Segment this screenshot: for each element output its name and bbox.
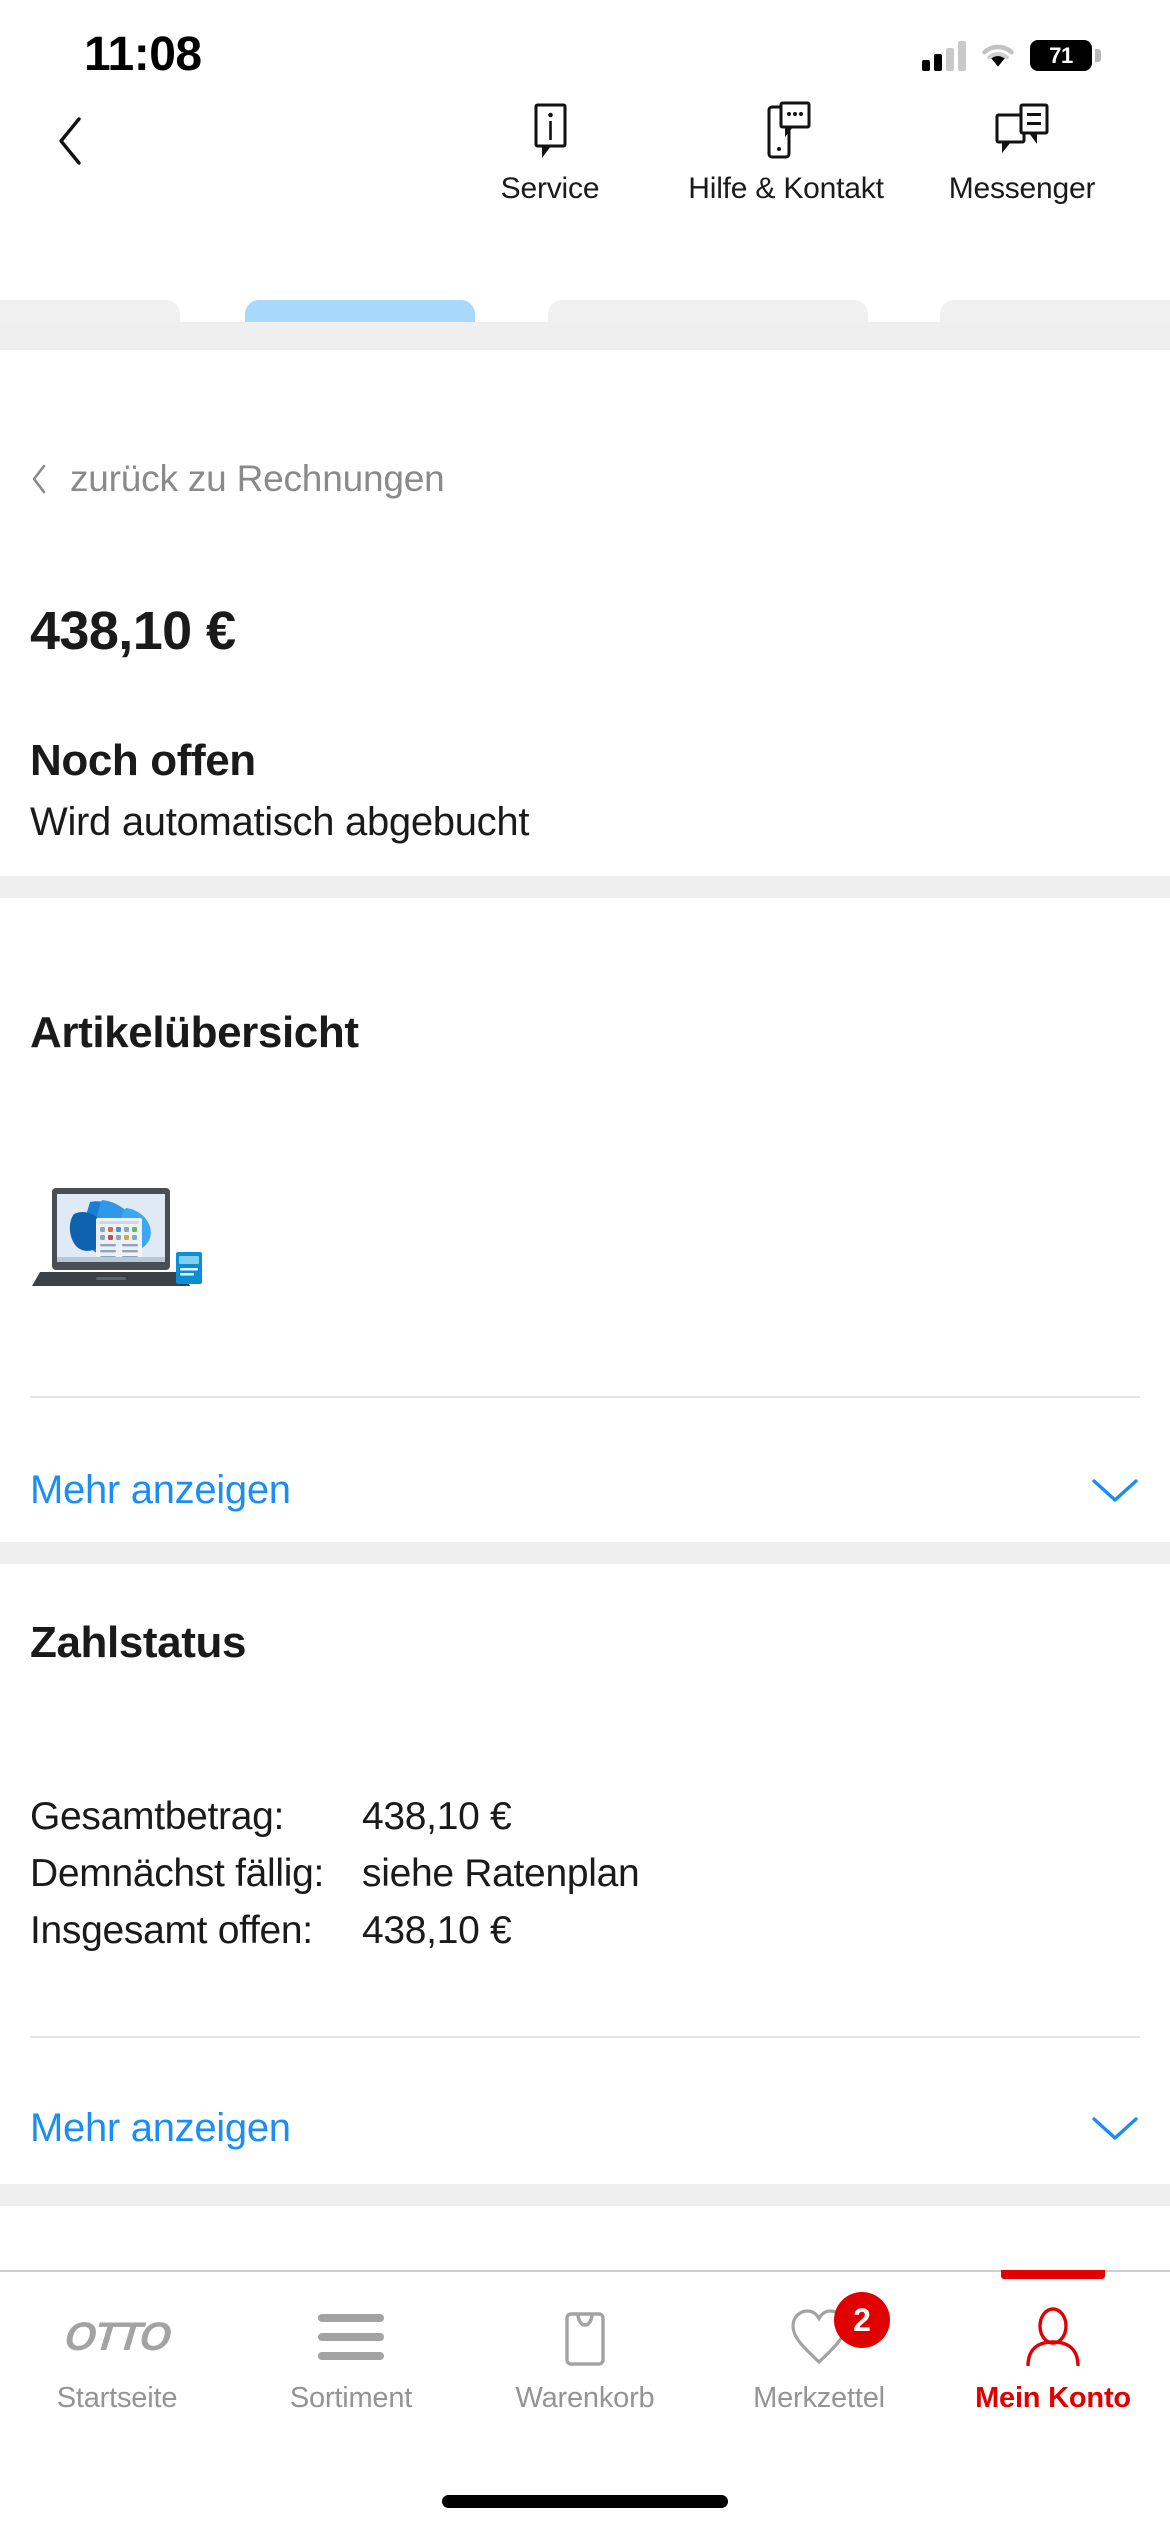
- top-service-nav: Service Hilfe & Kontakt Messenger: [0, 95, 1170, 205]
- heart-icon: 2: [788, 2292, 890, 2368]
- user-account-icon: [1024, 2306, 1082, 2368]
- hamburger-menu-icon: [318, 2306, 384, 2368]
- battery-cap: [1095, 49, 1101, 62]
- messenger-bubbles-icon: [993, 101, 1051, 163]
- tab-mein-konto[interactable]: Mein Konto: [936, 2270, 1170, 2532]
- chevron-left-icon: [59, 117, 81, 165]
- nav-item-service[interactable]: Service: [432, 95, 668, 206]
- row-value: 438,10 €: [362, 1795, 512, 1838]
- tab-warenkorb[interactable]: Warenkorb: [468, 2272, 702, 2532]
- breadcrumb-back-to-invoices[interactable]: zurück zu Rechnungen: [30, 458, 445, 500]
- tab-label: Sortiment: [289, 2382, 413, 2414]
- show-more-label: Mehr anzeigen: [30, 1467, 291, 1512]
- peek-card-active: [245, 300, 475, 322]
- chevron-down-icon: [1092, 2117, 1138, 2140]
- home-indicator: [442, 2495, 728, 2508]
- divider: [30, 2036, 1140, 2038]
- invoice-total-amount: 438,10 €: [30, 601, 236, 661]
- nav-item-label: Messenger: [948, 172, 1096, 205]
- back-button[interactable]: [0, 95, 140, 205]
- section-divider-band: [0, 2184, 1170, 2206]
- section-title-articles: Artikelübersicht: [30, 1008, 359, 1057]
- tab-label: Mein Konto: [975, 2382, 1131, 2414]
- row-value: siehe Ratenplan: [362, 1852, 640, 1895]
- section-title-payment-status: Zahlstatus: [30, 1618, 247, 1667]
- breadcrumb-label: zurück zu Rechnungen: [70, 458, 445, 499]
- chevron-left-icon: [32, 464, 46, 494]
- tab-label: Warenkorb: [515, 2382, 655, 2414]
- cellular-signal-icon: [922, 40, 966, 71]
- nav-item-label: Hilfe & Kontakt: [688, 172, 884, 205]
- battery-percent-label: 71: [1049, 42, 1073, 68]
- divider: [30, 1396, 1140, 1398]
- section-divider-band: [0, 322, 1170, 350]
- peek-card: [940, 300, 1170, 322]
- nav-item-messenger[interactable]: Messenger: [904, 95, 1140, 206]
- shopping-bag-icon: [557, 2306, 613, 2368]
- nav-item-hilfe-kontakt[interactable]: Hilfe & Kontakt: [668, 95, 904, 206]
- row-key: Gesamtbetrag:: [30, 1795, 285, 1838]
- otto-logo-icon: OTTO: [62, 2314, 172, 2359]
- table-row: Demnächst fällig: siehe Ratenplan: [30, 1852, 1140, 1909]
- section-divider-band: [0, 1542, 1170, 1564]
- status-bar: 11:08 71: [0, 0, 1170, 95]
- payment-show-more[interactable]: Mehr anzeigen: [30, 2098, 1140, 2158]
- app-screen: 11:08 71 Service Hilfe & Kontakt Messeng…: [0, 0, 1170, 2532]
- articles-show-more[interactable]: Mehr anzeigen: [30, 1460, 1140, 1520]
- battery-icon: 71: [1030, 40, 1101, 71]
- tab-merkzettel[interactable]: 2 Merkzettel: [702, 2272, 936, 2532]
- phone-chat-icon: [759, 101, 813, 163]
- peek-card: [0, 300, 180, 322]
- active-tab-indicator: [1001, 2270, 1105, 2279]
- show-more-label: Mehr anzeigen: [30, 2105, 291, 2150]
- payment-status-table: Gesamtbetrag: 438,10 € Demnächst fällig:…: [30, 1795, 1140, 1966]
- tab-label: Merkzettel: [753, 2382, 885, 2414]
- tab-sortiment[interactable]: Sortiment: [234, 2272, 468, 2532]
- status-bar-indicators: 71: [922, 40, 1101, 71]
- wifi-icon: [982, 44, 1014, 66]
- section-divider-band: [0, 876, 1170, 898]
- row-value: 438,10 €: [362, 1909, 512, 1952]
- payment-status-detail: Wird automatisch abgebucht: [30, 800, 530, 844]
- merkzettel-badge-count: 2: [834, 2292, 890, 2348]
- nav-item-label: Service: [500, 172, 600, 205]
- payment-status-label: Noch offen: [30, 736, 256, 785]
- row-key: Demnächst fällig:: [30, 1852, 325, 1895]
- status-bar-time: 11:08: [84, 28, 202, 81]
- table-row: Insgesamt offen: 438,10 €: [30, 1909, 1140, 1966]
- bottom-tab-bar: OTTO Startseite Sortiment Warenkorb 2 Me…: [0, 2270, 1170, 2532]
- scrolled-content-peek: [0, 300, 1170, 322]
- peek-card: [548, 300, 868, 322]
- tab-startseite[interactable]: OTTO Startseite: [0, 2272, 234, 2532]
- chevron-down-icon: [1092, 1479, 1138, 1502]
- tab-label: Startseite: [56, 2382, 178, 2414]
- table-row: Gesamtbetrag: 438,10 €: [30, 1795, 1140, 1852]
- laptop-product-image[interactable]: [30, 1180, 210, 1305]
- info-speech-bubble-icon: [524, 101, 576, 163]
- row-key: Insgesamt offen:: [30, 1909, 313, 1952]
